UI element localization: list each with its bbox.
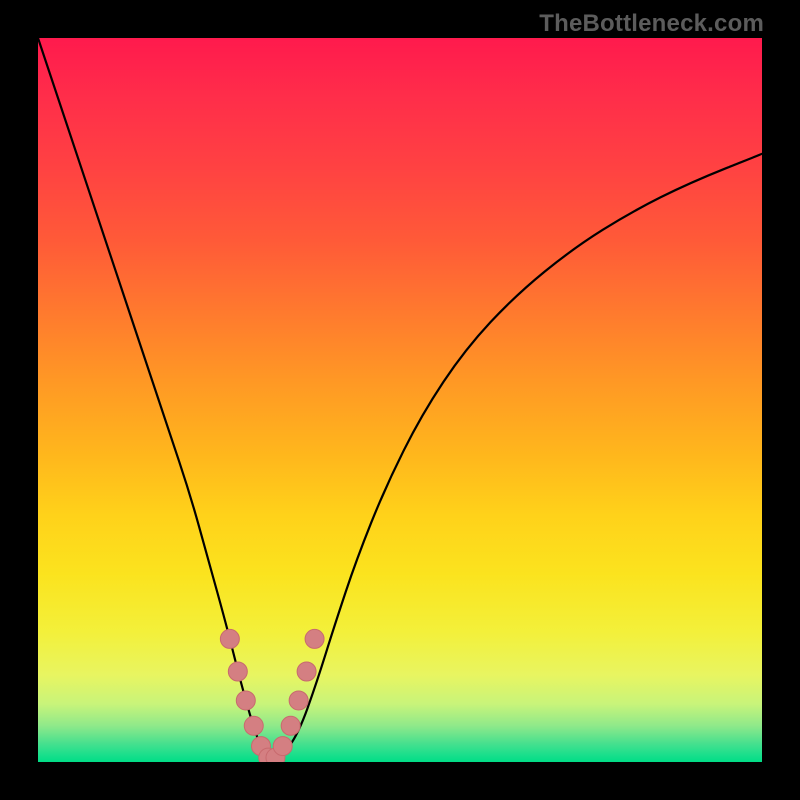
curve-line — [38, 38, 762, 758]
chart-svg — [38, 38, 762, 762]
highlight-marker — [273, 737, 292, 756]
highlight-marker — [297, 662, 316, 681]
highlight-marker — [244, 716, 263, 735]
highlight-markers — [220, 629, 324, 762]
highlight-marker — [220, 629, 239, 648]
highlight-marker — [281, 716, 300, 735]
watermark-text: TheBottleneck.com — [539, 10, 764, 38]
highlight-marker — [228, 662, 247, 681]
highlight-marker — [305, 629, 324, 648]
plot-area — [38, 38, 762, 762]
highlight-marker — [289, 691, 308, 710]
chart-frame: TheBottleneck.com — [0, 0, 800, 800]
highlight-marker — [236, 691, 255, 710]
